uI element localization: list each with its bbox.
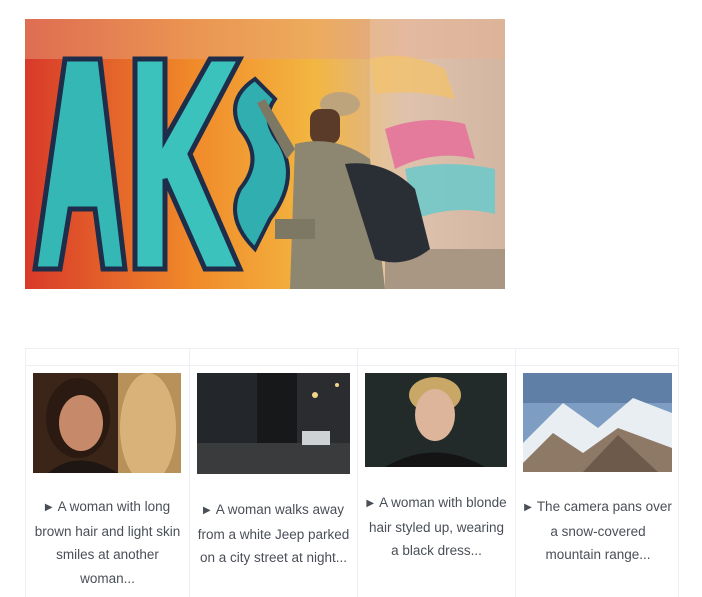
graffiti-image (25, 19, 505, 289)
play-icon[interactable]: ▶ (45, 496, 53, 520)
video-card[interactable]: ▶ A woman with blonde hair styled up, wea… (358, 349, 516, 597)
video-caption: ▶ The camera pans over a snow-covered mou… (522, 495, 674, 567)
video-thumbnail[interactable] (365, 373, 507, 467)
blonde-woman-image (365, 373, 507, 467)
play-icon[interactable]: ▶ (524, 496, 532, 520)
play-icon[interactable]: ▶ (366, 492, 374, 516)
mountain-range-image (523, 373, 672, 472)
video-card[interactable]: ▶ A woman with long brown hair and light … (26, 349, 190, 597)
video-thumbnail[interactable] (523, 373, 672, 472)
night-street-image (197, 373, 350, 474)
video-card[interactable]: ▶ The camera pans over a snow-covered mou… (516, 349, 680, 597)
play-icon[interactable]: ▶ (203, 499, 211, 523)
video-gallery: ▶ A woman with long brown hair and light … (25, 348, 679, 597)
video-thumbnail[interactable] (197, 373, 350, 474)
video-card[interactable]: ▶ A woman walks away from a white Jeep pa… (190, 349, 358, 597)
hero-image (25, 19, 505, 289)
video-caption: ▶ A woman with blonde hair styled up, wea… (364, 491, 509, 563)
video-thumbnail[interactable] (33, 373, 181, 473)
video-caption: ▶ A woman walks away from a white Jeep pa… (196, 498, 351, 570)
woman-smiling-image (33, 373, 181, 473)
video-caption: ▶ A woman with long brown hair and light … (32, 495, 183, 590)
